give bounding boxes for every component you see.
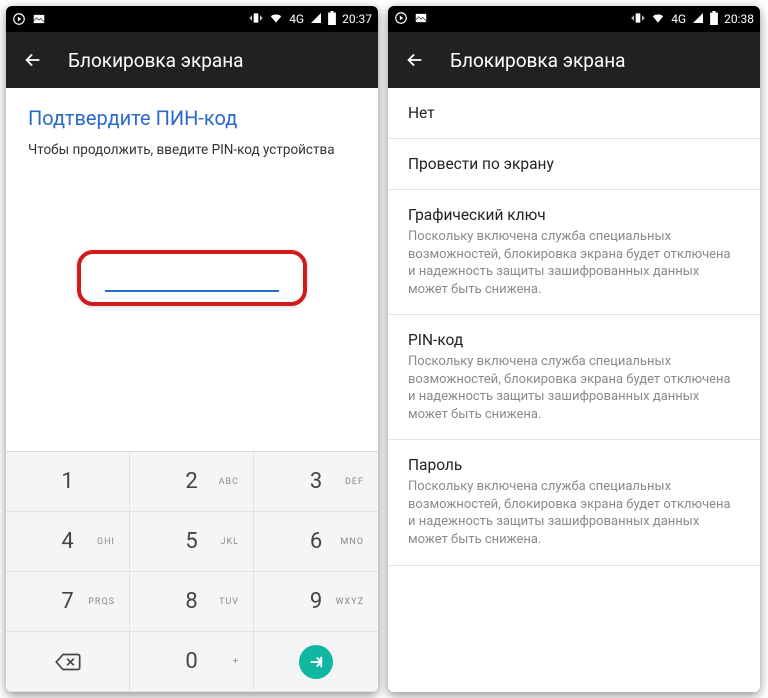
battery-icon: [710, 11, 718, 28]
key-5[interactable]: 5JKL: [130, 512, 254, 572]
confirm-heading: Подтвердите ПИН-код: [28, 106, 356, 130]
phone-left: 4G 20:37 Блокировка экрана Подтвердите П…: [6, 6, 378, 692]
app-bar: Блокировка экрана: [388, 32, 760, 88]
option-swipe[interactable]: Провести по экрану: [388, 139, 760, 190]
key-9[interactable]: 9WXYZ: [254, 572, 378, 632]
play-circle-icon: [12, 12, 26, 26]
status-bar: 4G 20:38: [388, 6, 760, 32]
key-4[interactable]: 4GHI: [6, 512, 130, 572]
pin-input[interactable]: [105, 268, 279, 292]
lock-options-list: Нет Провести по экрану Графический ключ …: [388, 88, 760, 692]
wifi-icon: [651, 11, 665, 28]
key-7[interactable]: 7PRQS: [6, 572, 130, 632]
screen-title: Блокировка экрана: [68, 49, 244, 72]
clock: 20:38: [724, 12, 754, 26]
app-bar: Блокировка экрана: [6, 32, 378, 88]
key-0[interactable]: 0+: [130, 632, 254, 692]
option-pin[interactable]: PIN-код Поскольку включена служба специа…: [388, 315, 760, 440]
option-title: Провести по экрану: [408, 155, 740, 173]
option-subtitle: Поскольку включена служба специальных во…: [408, 353, 740, 423]
option-none[interactable]: Нет: [388, 88, 760, 139]
key-6[interactable]: 6MNO: [254, 512, 378, 572]
option-pattern[interactable]: Графический ключ Поскольку включена служ…: [388, 190, 760, 315]
screen-title: Блокировка экрана: [450, 49, 626, 72]
signal-icon: [692, 12, 704, 27]
key-submit[interactable]: [254, 632, 378, 692]
option-subtitle: Поскольку включена служба специальных во…: [408, 228, 740, 298]
key-3[interactable]: 3DEF: [254, 452, 378, 512]
option-title: PIN-код: [408, 331, 740, 349]
key-backspace[interactable]: [6, 632, 130, 692]
submit-icon: [299, 645, 333, 679]
vibrate-icon: [249, 11, 263, 28]
gallery-icon: [414, 11, 428, 28]
option-title: Графический ключ: [408, 206, 740, 224]
vibrate-icon: [631, 11, 645, 28]
key-2[interactable]: 2ABC: [130, 452, 254, 512]
option-subtitle: Поскольку включена служба специальных во…: [408, 478, 740, 548]
option-password[interactable]: Пароль Поскольку включена служба специал…: [388, 440, 760, 565]
clock: 20:37: [342, 12, 372, 26]
phone-right: 4G 20:38 Блокировка экрана Нет Провести …: [388, 6, 760, 692]
network-label: 4G: [289, 12, 304, 26]
key-1[interactable]: 1: [6, 452, 130, 512]
signal-icon: [310, 12, 322, 27]
back-arrow-icon[interactable]: [22, 49, 44, 71]
key-8[interactable]: 8TUV: [130, 572, 254, 632]
option-title: Пароль: [408, 456, 740, 474]
confirm-subtext: Чтобы продолжить, введите PIN-код устрой…: [28, 142, 356, 158]
wifi-icon: [269, 11, 283, 28]
gallery-icon: [32, 12, 46, 26]
back-arrow-icon[interactable]: [404, 49, 426, 71]
status-bar: 4G 20:37: [6, 6, 378, 32]
network-label: 4G: [671, 12, 686, 26]
battery-icon: [328, 11, 336, 28]
pin-input-callout: [77, 250, 307, 306]
numeric-keypad: 1 2ABC 3DEF 4GHI 5JKL 6MNO 7PRQS 8TUV 9W…: [6, 451, 378, 692]
play-circle-icon: [394, 11, 408, 28]
option-title: Нет: [408, 104, 740, 122]
